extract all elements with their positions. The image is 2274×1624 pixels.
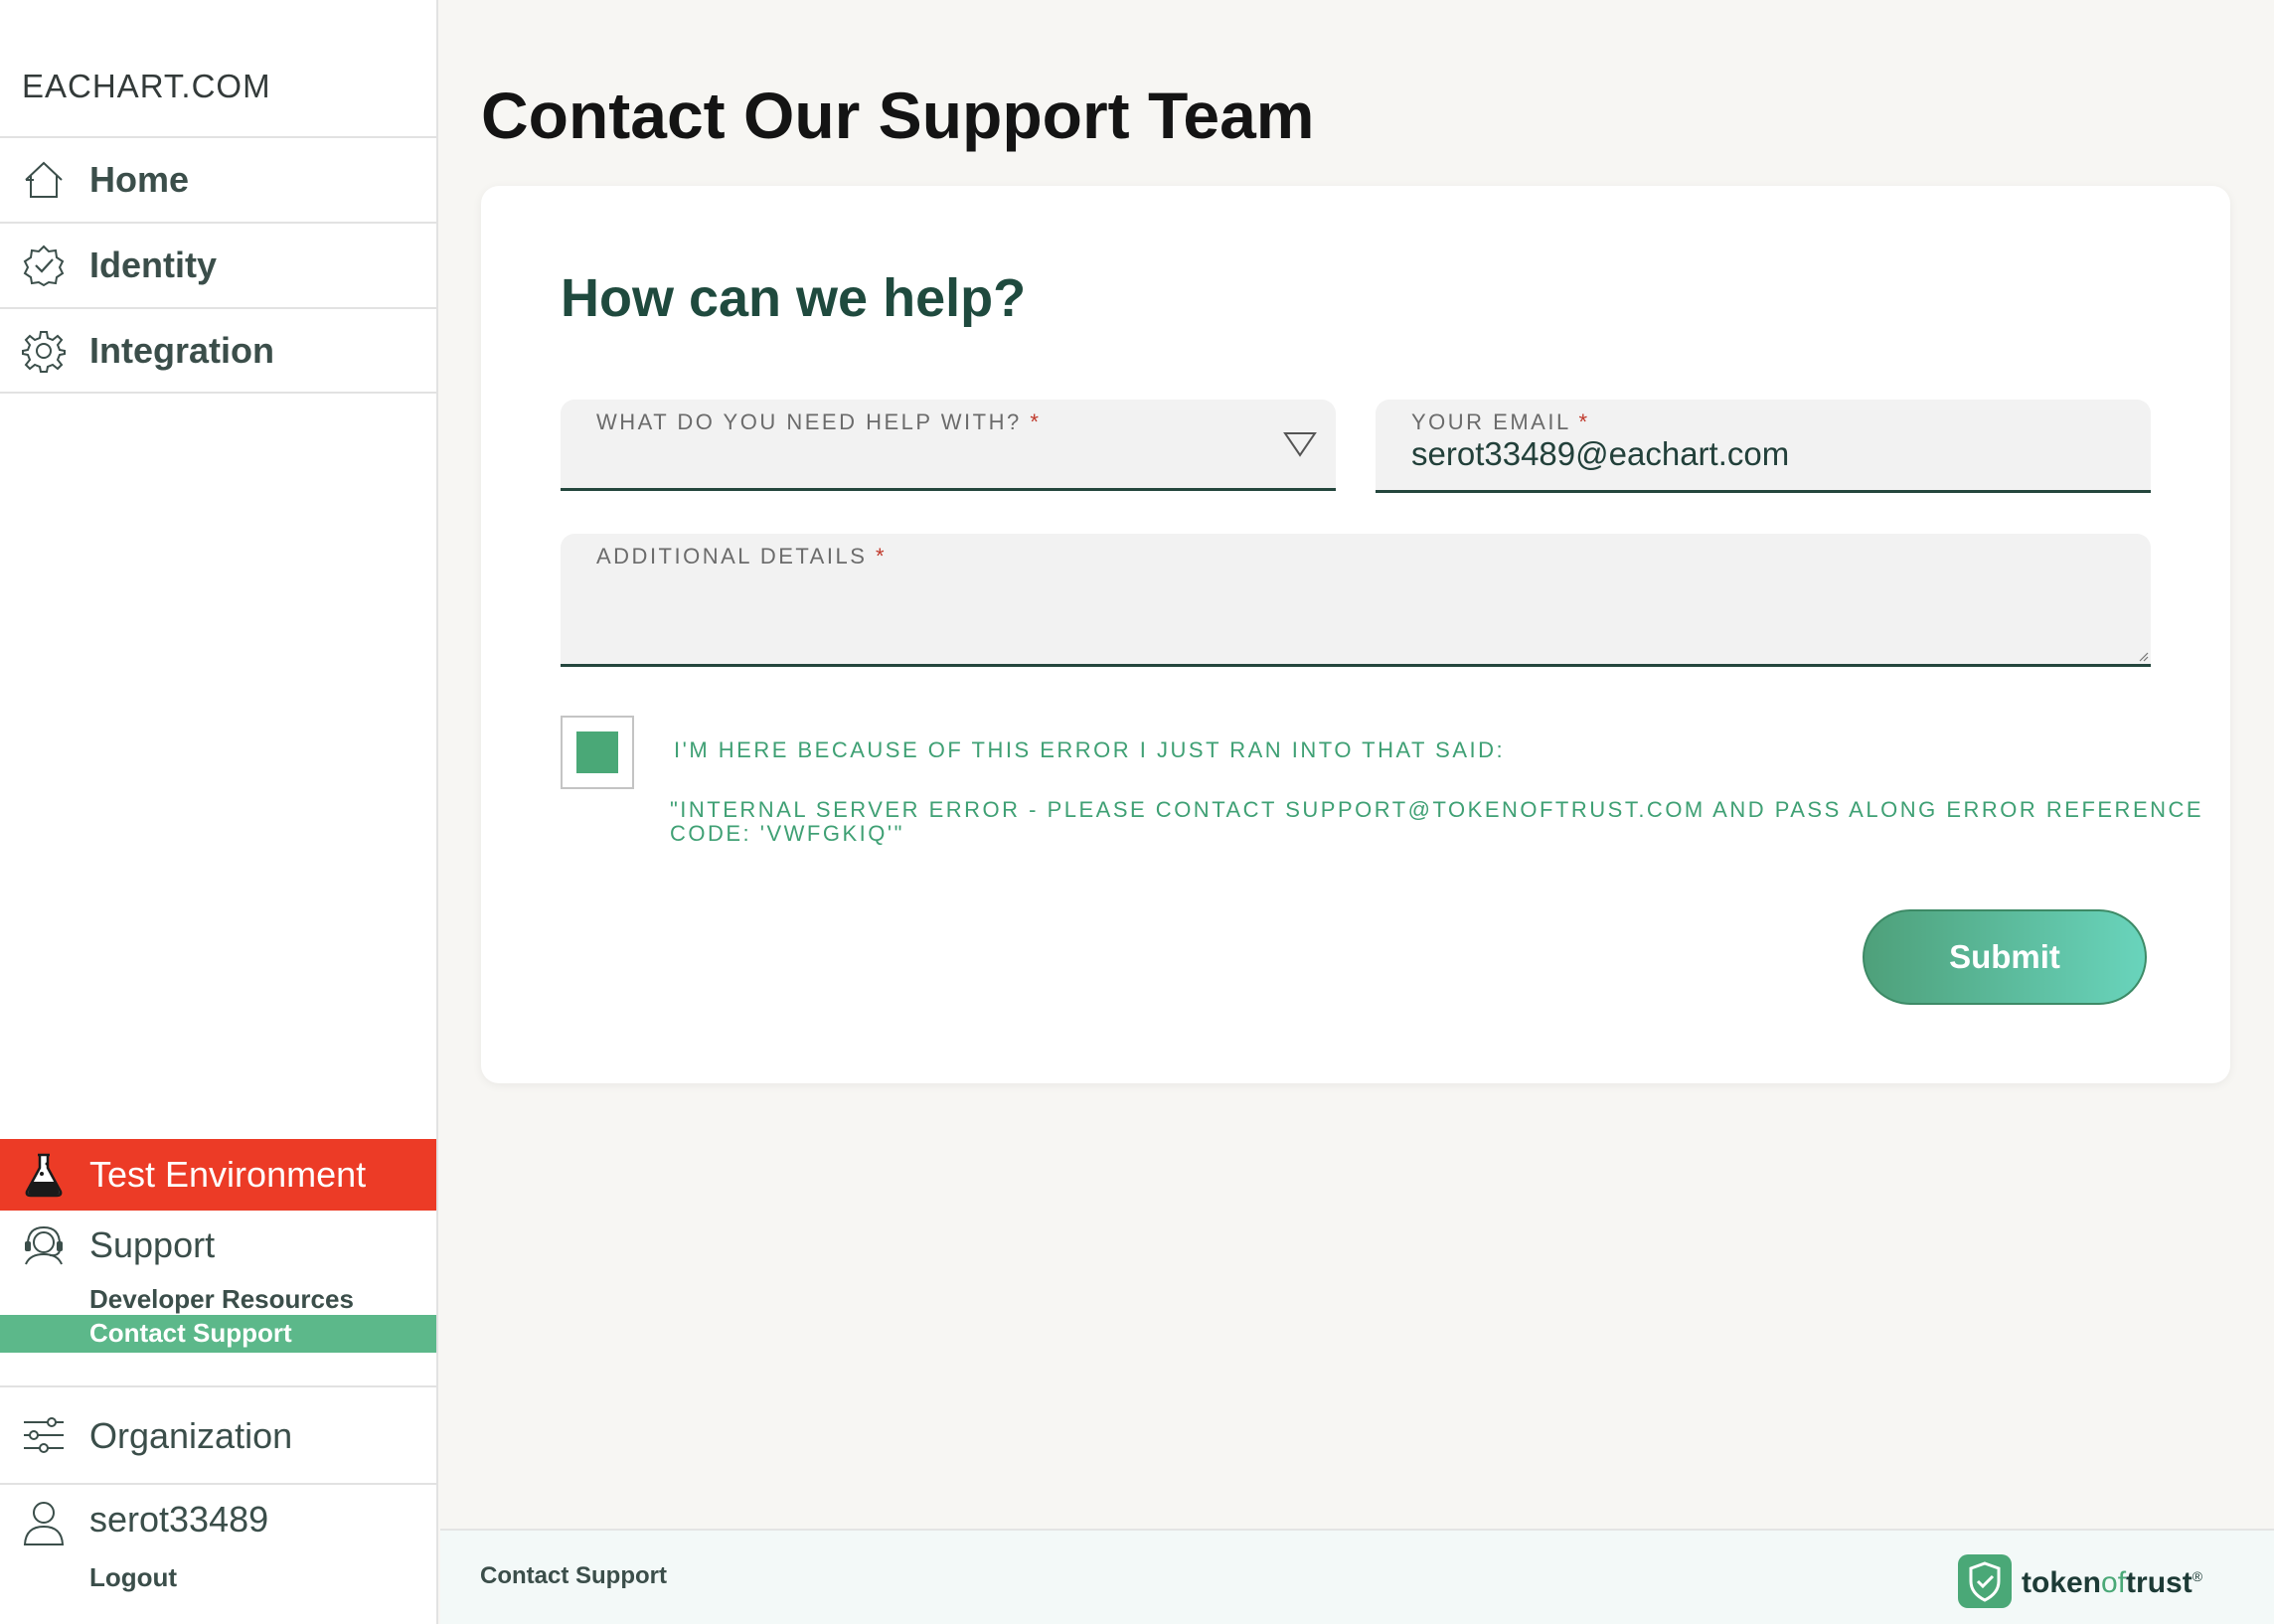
error-checkbox-label: I'M HERE BECAUSE OF THIS ERROR I JUST RA… — [674, 737, 1506, 762]
page-title: Contact Our Support Team — [481, 79, 1315, 152]
sidebar-subitem-developer-resources[interactable]: Developer Resources — [89, 1284, 354, 1315]
resize-grip-icon[interactable] — [2137, 650, 2149, 662]
test-environment-banner[interactable]: Test Environment — [0, 1139, 436, 1211]
headset-icon — [25, 1225, 63, 1265]
shield-check-icon — [1958, 1554, 2012, 1608]
sidebar-subitem-label: Contact Support — [89, 1318, 292, 1348]
nav-divider — [0, 392, 436, 394]
checkbox-checked-fill — [576, 731, 618, 773]
error-message-line-1: "INTERNAL SERVER ERROR - PLEASE CONTACT … — [670, 797, 2204, 822]
flask-icon — [25, 1153, 63, 1198]
footer: Contact Support tokenoftrust® — [440, 1529, 2274, 1624]
sidebar: EACHART.COM Home Identity Integration Te… — [0, 0, 438, 1624]
logout-link[interactable]: Logout — [89, 1562, 177, 1593]
sidebar-item-support[interactable]: Support — [0, 1213, 436, 1284]
footer-breadcrumb: Contact Support — [480, 1562, 667, 1589]
submit-button[interactable]: Submit — [1863, 909, 2147, 1005]
sidebar-subitem-contact-support[interactable]: Contact Support — [0, 1315, 436, 1353]
additional-details-textarea[interactable]: ADDITIONAL DETAILS * — [561, 534, 2151, 667]
username[interactable]: serot33489 — [89, 1499, 268, 1541]
details-label: ADDITIONAL DETAILS * — [596, 544, 888, 568]
help-topic-select[interactable]: WHAT DO YOU NEED HELP WITH? * — [561, 400, 1336, 491]
help-topic-label: WHAT DO YOU NEED HELP WITH? * — [596, 409, 1042, 434]
sidebar-item-home[interactable]: Home — [0, 136, 436, 222]
user-icon — [23, 1502, 65, 1545]
email-field[interactable]: YOUR EMAIL * serot33489@eachart.com — [1376, 400, 2151, 493]
tokenoftrust-logo[interactable]: tokenoftrust® — [1958, 1554, 2202, 1608]
form-heading: How can we help? — [561, 268, 1027, 328]
sidebar-item-label: Home — [89, 159, 190, 200]
sliders-icon — [24, 1417, 64, 1453]
sidebar-item-organization[interactable]: Organization — [0, 1385, 436, 1483]
logo-wordmark: tokenoftrust® — [2022, 1566, 2203, 1599]
sidebar-item-identity[interactable]: Identity — [0, 222, 436, 307]
dropdown-triangle-icon[interactable] — [1282, 429, 1318, 459]
home-icon — [25, 161, 63, 198]
email-label: YOUR EMAIL * — [1411, 409, 1590, 434]
sidebar-item-label: Support — [89, 1224, 216, 1265]
error-message-line-2: CODE: 'VWFGKIQ'" — [670, 821, 904, 846]
verified-badge-icon — [23, 244, 65, 287]
sidebar-item-label: Organization — [89, 1415, 293, 1456]
email-value: serot33489@eachart.com — [1411, 435, 1790, 472]
brand-name[interactable]: EACHART.COM — [22, 68, 271, 105]
sidebar-item-integration[interactable]: Integration — [0, 307, 436, 393]
sidebar-item-label: Integration — [89, 330, 274, 371]
gear-icon — [22, 331, 66, 373]
test-environment-label: Test Environment — [89, 1154, 367, 1195]
sidebar-item-label: Identity — [89, 244, 218, 285]
user-menu: serot33489 Logout — [0, 1483, 436, 1624]
contact-form-card: How can we help? WHAT DO YOU NEED HELP W… — [481, 186, 2230, 1083]
error-checkbox[interactable] — [561, 716, 634, 789]
